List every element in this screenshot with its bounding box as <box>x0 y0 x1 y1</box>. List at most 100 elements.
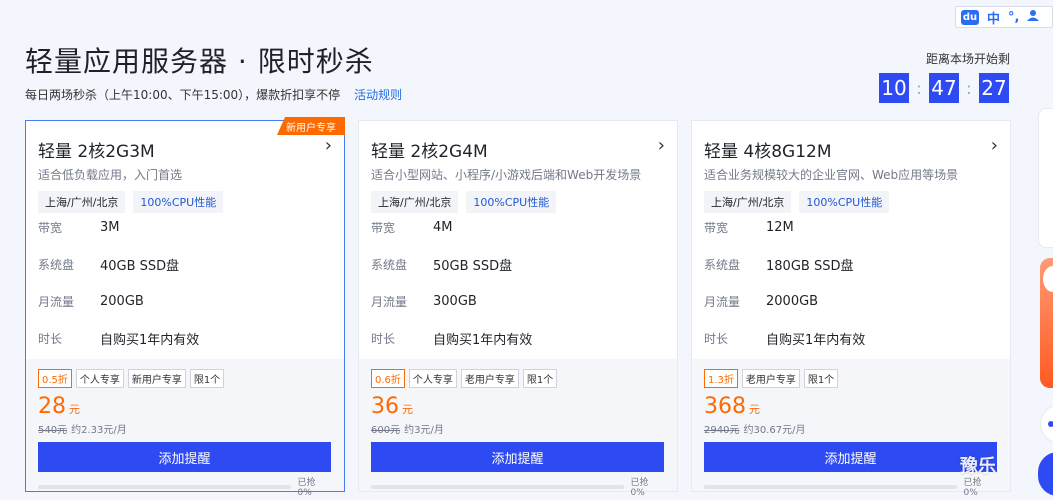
price-value: 368 <box>704 394 746 419</box>
add-reminder-button[interactable]: 添加提醒 <box>371 442 664 472</box>
product-desc: 适合小型网站、小程序/小游戏后端和Web开发场景 <box>371 168 642 182</box>
promo-tags: 0.5折 个人专享 新用户专享 限1个 <box>38 369 332 388</box>
spec-label: 带宽 <box>704 221 729 235</box>
user-icon[interactable] <box>1027 9 1040 25</box>
chevron-right-icon[interactable]: › <box>325 135 332 156</box>
spec-row-duration: 时长 自购买1年内有效 <box>371 320 665 357</box>
spec-row-bandwidth: 带宽 4M <box>371 209 665 246</box>
product-tags: 上海/广州/北京 100%CPU性能 <box>371 191 665 213</box>
spec-value: 12M <box>766 220 794 235</box>
spec-row-disk: 系统盘 40GB SSD盘 <box>38 246 332 283</box>
spec-label: 系统盘 <box>371 258 408 272</box>
spec-label: 时长 <box>704 332 729 346</box>
product-name: 轻量 4核8G12M <box>704 142 832 162</box>
spec-value: 40GB SSD盘 <box>100 259 180 274</box>
sales-progress: 已抢 0% <box>371 475 665 498</box>
sold-percent: 已抢 0% <box>963 478 982 498</box>
spec-value: 自购买1年内有效 <box>100 333 200 348</box>
promo-tag: 限1个 <box>189 369 225 388</box>
side-service-button[interactable] <box>1038 452 1053 496</box>
spec-label: 月流量 <box>371 295 408 309</box>
promo-tag: 新用户专享 <box>127 369 186 388</box>
price-unit: 元 <box>749 403 760 416</box>
page: du 中 °, 轻量应用服务器 · 限时秒杀 每日两场秒杀（上午10:00、下午… <box>0 0 1053 500</box>
spec-row-traffic: 月流量 200GB <box>38 283 332 320</box>
spec-list: 带宽 4M 系统盘 50GB SSD盘 月流量 300GB 时长 自购买1年内有… <box>359 209 677 357</box>
cpu-tag: 100%CPU性能 <box>466 191 557 213</box>
countdown-minutes: 47 <box>929 73 959 103</box>
card-purchase-area: 0.5折 个人专享 新用户专享 限1个 28 元 540元 约2.33元/月 添… <box>26 359 344 498</box>
cpu-tag: 100%CPU性能 <box>133 191 224 213</box>
watermark: 豫乐 <box>960 456 996 477</box>
promo-tag: 个人专享 <box>408 369 457 388</box>
add-reminder-button[interactable]: 添加提醒 <box>704 442 997 472</box>
spec-value: 2000GB <box>766 294 819 309</box>
baidu-ime-logo-icon[interactable]: du <box>961 9 979 25</box>
spec-label: 时长 <box>38 332 63 346</box>
spec-label: 月流量 <box>38 295 75 309</box>
product-desc: 适合低负载应用，入门首选 <box>38 168 183 182</box>
spec-label: 系统盘 <box>704 258 741 272</box>
card-header: 轻量 2核2G4M › 适合小型网站、小程序/小游戏后端和Web开发场景 上海/… <box>359 121 677 213</box>
promo-tag: 限1个 <box>803 369 839 388</box>
spec-label: 带宽 <box>371 221 396 235</box>
spec-row-disk: 系统盘 50GB SSD盘 <box>371 246 665 283</box>
promo-tag: 个人专享 <box>75 369 124 388</box>
original-price: 540元 <box>38 425 68 436</box>
side-floating-panel[interactable] <box>1038 108 1053 248</box>
chevron-right-icon[interactable]: › <box>991 135 998 156</box>
discount-tag: 0.6折 <box>371 369 405 388</box>
card-purchase-area: 0.6折 个人专享 老用户专享 限1个 36 元 600元 约3元/月 添加提醒… <box>359 359 677 498</box>
chevron-right-icon[interactable]: › <box>658 135 665 156</box>
product-card-2c2g3m[interactable]: 新用户专享 轻量 2核2G3M › 适合低负载应用，入门首选 上海/广州/北京 … <box>25 117 345 498</box>
subtitle-text: 每日两场秒杀（上午10:00、下午15:00），爆款折扣享不停 <box>25 88 341 102</box>
card-header: 轻量 2核2G3M › 适合低负载应用，入门首选 上海/广州/北京 100%CP… <box>26 121 344 213</box>
chat-icon <box>1048 421 1053 427</box>
card-header: 轻量 4核8G12M › 适合业务规模较大的企业官网、Web应用等场景 上海/广… <box>692 121 1010 213</box>
countdown-label: 距离本场开始剩 <box>926 52 1011 66</box>
add-reminder-button[interactable]: 添加提醒 <box>38 442 331 472</box>
product-card-4c8g12m[interactable]: 轻量 4核8G12M › 适合业务规模较大的企业官网、Web应用等场景 上海/广… <box>691 120 1011 498</box>
progress-bar <box>38 484 292 489</box>
spec-value: 200GB <box>100 294 144 309</box>
spec-row-bandwidth: 带宽 12M <box>704 209 998 246</box>
avatar-icon <box>1043 266 1053 292</box>
price-line: 368 元 <box>704 394 998 419</box>
countdown-seconds: 27 <box>979 73 1009 103</box>
product-card-2c2g4m[interactable]: 轻量 2核2G4M › 适合小型网站、小程序/小游戏后端和Web开发场景 上海/… <box>358 120 678 498</box>
spec-value: 300GB <box>433 294 477 309</box>
spec-value: 3M <box>100 220 120 235</box>
spec-list: 带宽 3M 系统盘 40GB SSD盘 月流量 200GB 时长 自购买1年内有… <box>26 209 344 357</box>
spec-row-disk: 系统盘 180GB SSD盘 <box>704 246 998 283</box>
sales-progress: 已抢 0% <box>704 475 998 498</box>
original-price: 2940元 <box>704 425 740 436</box>
side-chat-button[interactable] <box>1040 404 1053 444</box>
promo-tags: 1.3折 老用户专享 限1个 <box>704 369 998 388</box>
page-subtitle: 每日两场秒杀（上午10:00、下午15:00），爆款折扣享不停 活动规则 <box>25 86 402 103</box>
ime-punct-toggle[interactable]: °, <box>1008 10 1019 25</box>
spec-value: 180GB SSD盘 <box>766 259 854 274</box>
promo-tag: 老用户专享 <box>460 369 519 388</box>
spec-value: 自购买1年内有效 <box>766 333 866 348</box>
countdown-hours: 10 <box>879 73 909 103</box>
price-unit: 元 <box>402 403 413 416</box>
ime-toolbar[interactable]: du 中 °, <box>955 6 1053 28</box>
spec-value: 50GB SSD盘 <box>433 259 513 274</box>
spec-label: 时长 <box>371 332 396 346</box>
spec-row-duration: 时长 自购买1年内有效 <box>38 320 332 357</box>
spec-label: 月流量 <box>704 295 741 309</box>
product-desc: 适合业务规模较大的企业官网、Web应用等场景 <box>704 168 959 182</box>
side-promo-avatar[interactable] <box>1040 258 1053 388</box>
discount-tag: 0.5折 <box>38 369 72 388</box>
progress-bar <box>704 484 958 489</box>
spec-label: 带宽 <box>38 221 63 235</box>
spec-list: 带宽 12M 系统盘 180GB SSD盘 月流量 2000GB 时长 自购买1… <box>692 209 1010 357</box>
monthly-price: 约3元/月 <box>404 425 444 436</box>
region-tag: 上海/广州/北京 <box>704 191 792 213</box>
activity-rules-link[interactable]: 活动规则 <box>354 86 402 103</box>
ime-lang-toggle[interactable]: 中 <box>987 8 1000 27</box>
price-line: 36 元 <box>371 394 665 419</box>
monthly-price: 约30.67元/月 <box>743 425 806 436</box>
countdown-separator: : <box>916 78 922 98</box>
price-line: 28 元 <box>38 394 332 419</box>
